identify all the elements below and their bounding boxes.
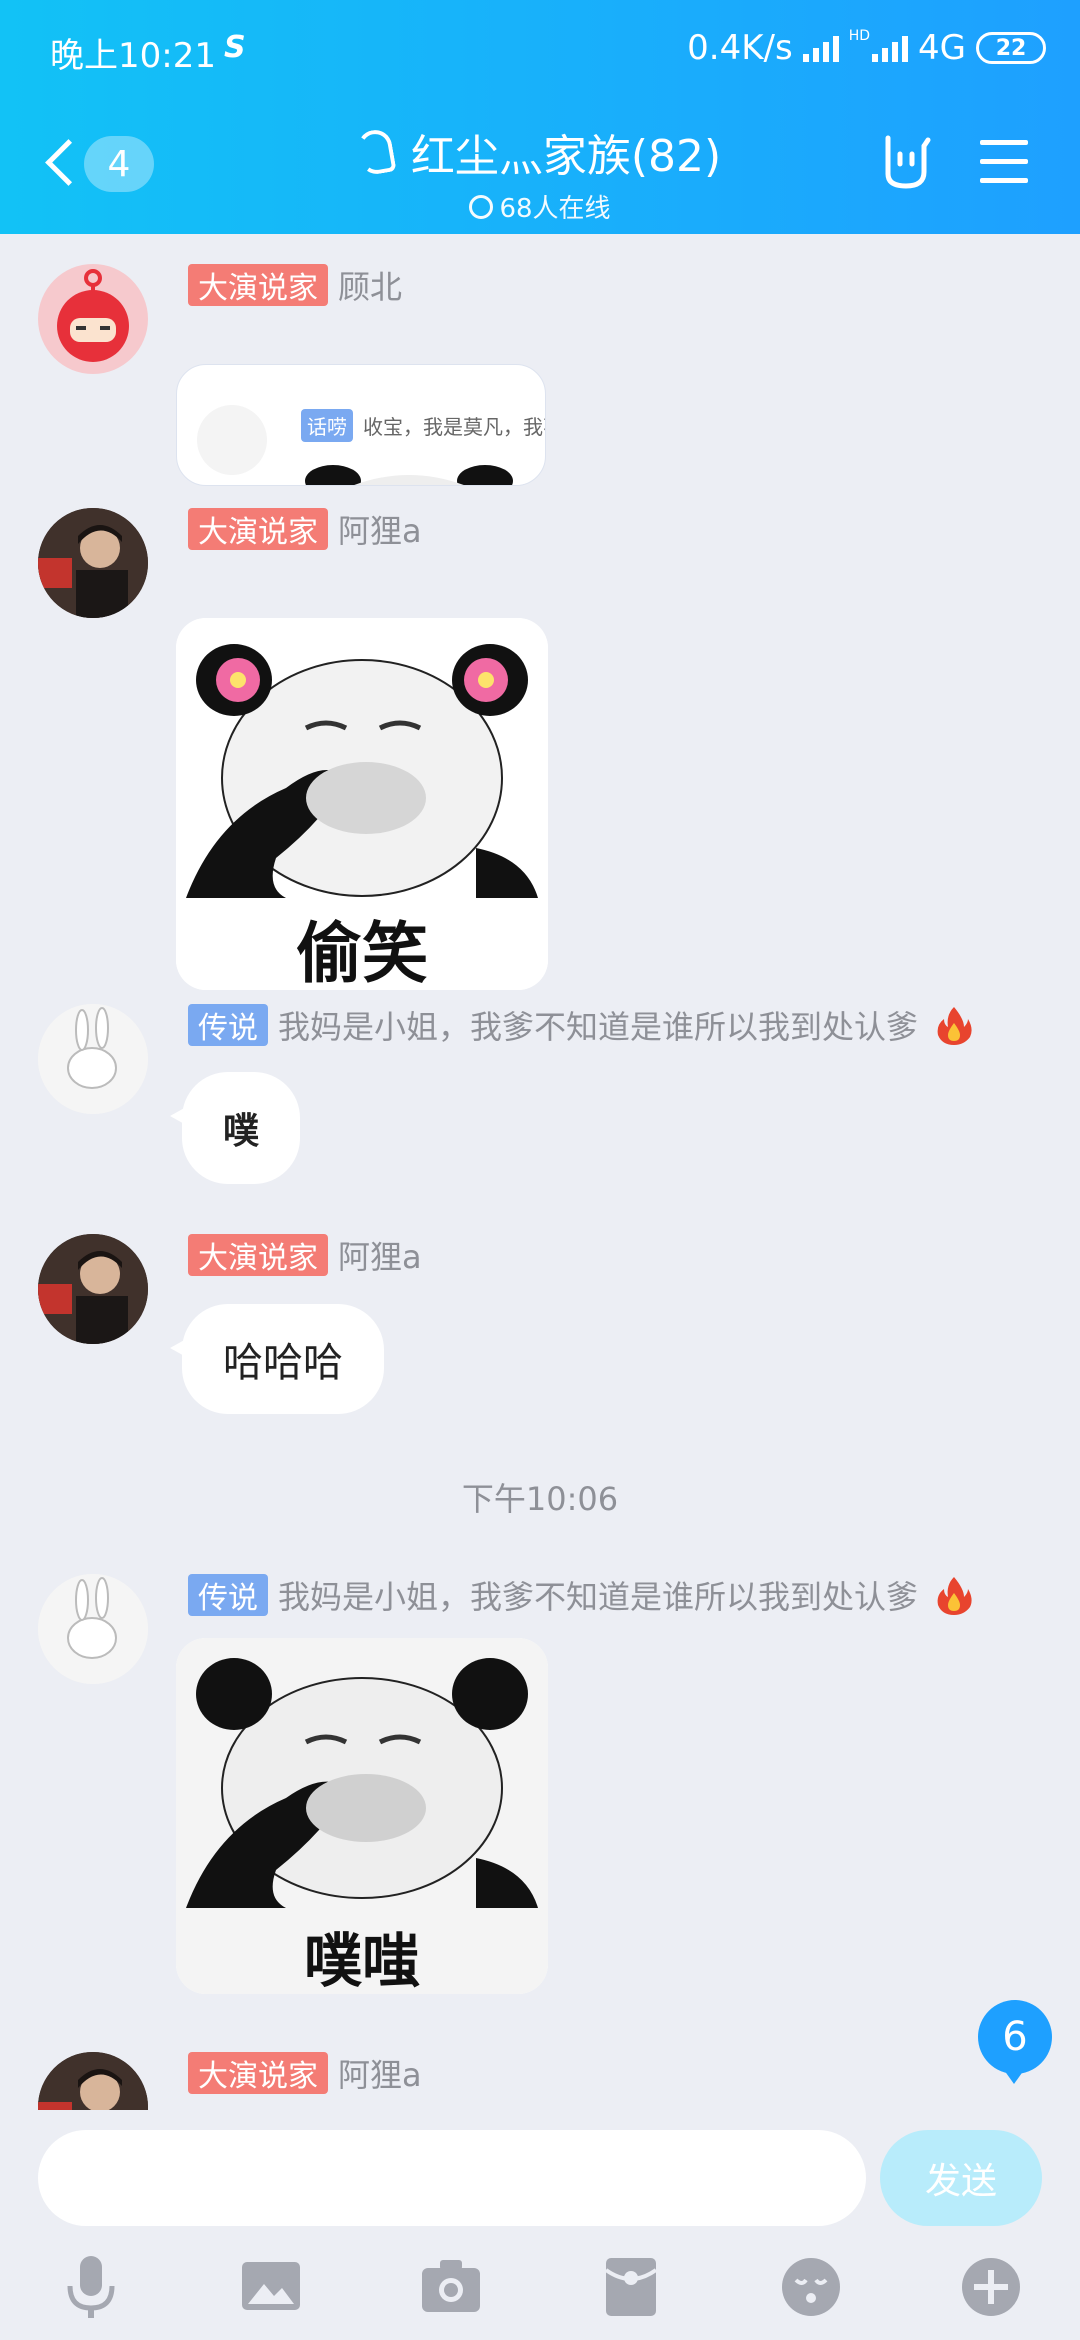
network-speed: 0.4K/s [687,28,793,68]
avatar[interactable] [38,2052,148,2110]
quoted-avatar [197,405,267,475]
message-item: 传说 我妈是小姐，我爹不知道是谁所以我到处认爹 噗 [0,1004,1080,1184]
network-type: 4G [918,28,966,68]
sticker-image[interactable]: 噗嗤 [176,1638,548,1994]
message-item: 大演说家 阿狸a [0,2052,1080,2110]
message-bubble[interactable]: 哈哈哈 [170,1304,384,1414]
group-title[interactable]: 红尘灬家族(82) [355,120,722,184]
sender-name[interactable]: 顾北 [338,262,402,308]
sender-name[interactable]: 我妈是小姐，我爹不知道是谁所以我到处认爹 [278,1002,918,1048]
message-bubble[interactable]: 噗 [170,1072,300,1184]
image-icon[interactable] [236,2252,306,2322]
online-count: 68人在线 [499,194,611,224]
send-button[interactable]: 发送 [880,2130,1042,2226]
fire-icon [937,1577,972,1615]
online-status: 68人在线 [469,188,611,225]
message-item: 大演说家 阿狸a 偷笑 [0,508,1080,990]
quoted-rank-badge: 话唠 [301,409,353,442]
message-item: 传说 我妈是小姐，我爹不知道是谁所以我到处认爹 噗嗤 [0,1574,1080,1994]
sender-name[interactable]: 阿狸a [338,506,422,552]
new-messages-badge[interactable]: 6 [978,2000,1052,2084]
signal-icon-2 [872,34,909,62]
status-bar: 晚上10:21 S 0.4K/s HD 4G 22 [0,0,1080,104]
input-bar: 发送 [0,2110,1080,2340]
reply-card[interactable]: 话唠 收宝，我是莫凡，我不 [176,364,546,486]
plus-icon[interactable] [956,2252,1026,2322]
app-notification-icon: S [224,30,246,65]
red-packet-icon[interactable] [596,2252,666,2322]
fire-icon [937,1007,972,1045]
rank-badge: 大演说家 [188,2052,328,2094]
sender-name[interactable]: 我妈是小姐，我爹不知道是谁所以我到处认爹 [278,1572,918,1618]
microphone-icon[interactable] [56,2252,126,2322]
sticker-caption: 偷笑 [296,915,428,990]
message-text: 哈哈哈 [223,1340,343,1386]
sticker-image[interactable]: 偷笑 [176,618,548,990]
rank-badge: 大演说家 [188,1234,328,1276]
status-indicators: 0.4K/s HD 4G 22 [687,28,1046,68]
message-list[interactable]: 大演说家 顾北 话唠 收宝，我是莫凡，我不 大演说家 阿狸a 偷笑 传说 我妈是… [0,234,1080,2110]
chat-header: 晚上10:21 S 0.4K/s HD 4G 22 4 红尘灬家族(82) 68… [0,0,1080,234]
rank-badge: 传说 [188,1574,268,1616]
rank-badge: 传说 [188,1004,268,1046]
rank-badge: 大演说家 [188,264,328,306]
quoted-sticker [289,455,529,485]
sender-info: 大演说家 阿狸a [188,1234,422,1276]
sender-info: 传说 我妈是小姐，我爹不知道是谁所以我到处认爹 [188,1004,974,1046]
message-item: 大演说家 顾北 话唠 收宝，我是莫凡，我不 [0,264,1080,544]
input-toolbar [0,2252,1080,2332]
avatar[interactable] [38,1004,148,1114]
avatar[interactable] [38,264,148,374]
sender-info: 大演说家 阿狸a [188,508,422,550]
message-item: 大演说家 阿狸a 哈哈哈 [0,1234,1080,1414]
camera-icon[interactable] [416,2252,486,2322]
group-name: 红尘灬家族(82) [410,131,722,182]
sender-info: 大演说家 阿狸a [188,2052,422,2094]
emoji-icon[interactable] [776,2252,846,2322]
rank-badge: 大演说家 [188,508,328,550]
sender-name[interactable]: 阿狸a [338,2050,422,2096]
avatar[interactable] [38,508,148,618]
hd-label: HD [848,28,871,44]
message-input[interactable] [38,2130,866,2226]
timestamp-divider: 下午10:06 [461,1480,619,1518]
status-time: 晚上10:21 [50,36,216,76]
sender-info: 传说 我妈是小姐，我爹不知道是谁所以我到处认爹 [188,1574,974,1616]
avatar[interactable] [38,1574,148,1684]
sender-name[interactable]: 阿狸a [338,1232,422,1278]
signal-icon [802,34,839,62]
quoted-text: 收宝，我是莫凡，我不 [363,415,546,439]
avatar[interactable] [38,1234,148,1344]
sticker-caption: 噗嗤 [303,1927,420,1994]
sender-info: 大演说家 顾北 [188,264,402,306]
earpiece-mode-icon [355,127,397,177]
group-games-icon[interactable] [878,134,934,190]
menu-icon[interactable] [980,140,1028,184]
message-text: 噗 [222,1111,259,1152]
battery-icon: 22 [976,32,1046,64]
online-check-icon [469,194,494,219]
